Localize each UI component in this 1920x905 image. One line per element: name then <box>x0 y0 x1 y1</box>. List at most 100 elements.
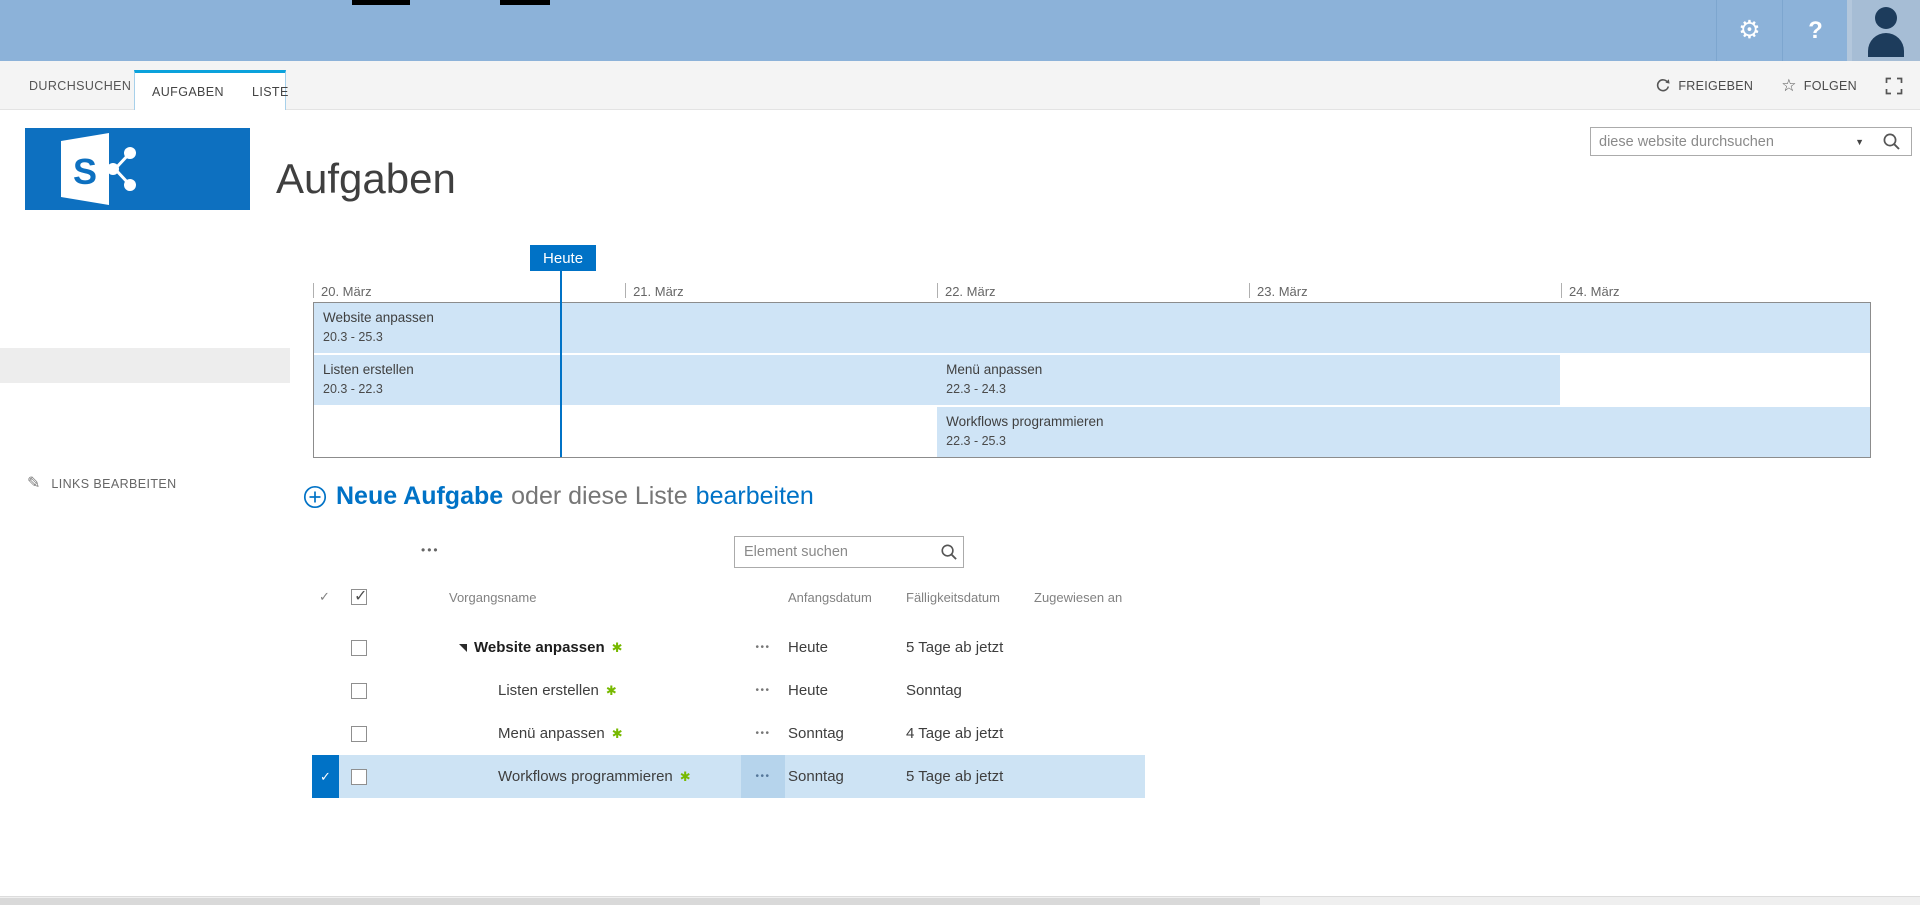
timeline-date: 20. März <box>313 283 372 299</box>
sidebar-item[interactable] <box>0 278 290 313</box>
svg-text:S: S <box>73 151 97 192</box>
sharepoint-window: ⚙ ? DURCHSUCHEN AUFGABEN LISTE FREIGEBEN <box>0 0 1920 905</box>
sidebar-item[interactable] <box>0 313 290 348</box>
ribbon-tab-aufgaben[interactable]: AUFGABEN <box>152 85 224 99</box>
follow-label: FOLGEN <box>1804 79 1857 93</box>
row-checkbox[interactable] <box>351 755 367 798</box>
table-row[interactable]: ✓ Menü anpassen ✱ ••• Sonntag 4 Tage ab … <box>312 712 1145 755</box>
search-submit-button[interactable] <box>1882 132 1911 151</box>
plus-circle-icon[interactable] <box>303 485 327 509</box>
pencil-icon: ✎ <box>27 476 40 492</box>
row-ellipsis-button[interactable]: ••• <box>741 712 785 755</box>
focus-mode-button[interactable] <box>1885 77 1903 95</box>
sidebar-item[interactable] <box>0 418 290 453</box>
task-due-date: 5 Tage ab jetzt <box>906 626 1003 669</box>
timeline: Heute 20. März 21. März 22. März 23. Mär… <box>313 245 1871 458</box>
timeline-date-label: 24. März <box>1569 284 1620 299</box>
task-name-link[interactable]: Listen erstellen <box>498 682 599 699</box>
help-button[interactable]: ? <box>1782 0 1848 61</box>
timeline-task-bar[interactable]: Workflows programmieren 22.3 - 25.3 <box>937 407 1870 457</box>
task-name-link[interactable]: Website anpassen <box>474 639 605 656</box>
task-start-date: Heute <box>788 669 828 712</box>
row-ellipsis-button[interactable]: ••• <box>741 626 785 669</box>
sidebar-item[interactable] <box>0 243 290 278</box>
row-checkbox[interactable] <box>351 626 367 669</box>
row-checkbox[interactable] <box>351 669 367 712</box>
follow-button[interactable]: ☆ FOLGEN <box>1781 77 1857 94</box>
tick-mark <box>625 283 626 298</box>
page-title: Aufgaben <box>276 155 456 203</box>
site-search-input[interactable] <box>1591 134 1855 150</box>
row-ellipsis-button[interactable]: ••• <box>741 755 785 798</box>
timeline-task-name: Workflows programmieren <box>946 412 1870 431</box>
avatar-icon <box>1875 7 1897 29</box>
select-all-indicator[interactable]: ✓ <box>319 580 330 614</box>
star-icon: ☆ <box>1781 77 1797 94</box>
timeline-task-range: 20.3 - 25.3 <box>323 327 1870 347</box>
horizontal-scrollbar[interactable] <box>0 896 1920 905</box>
row-ellipsis-button[interactable]: ••• <box>741 669 785 712</box>
new-item-icon: ✱ <box>680 769 691 785</box>
table-row[interactable]: ✓ Website anpassen ✱ ••• Heute 5 Tage ab… <box>312 626 1145 669</box>
row-selection-cell[interactable]: ✓ <box>312 626 339 669</box>
new-item-icon: ✱ <box>606 683 617 699</box>
search-scope-dropdown-icon[interactable]: ▼ <box>1855 137 1864 147</box>
task-rows: ✓ Website anpassen ✱ ••• Heute 5 Tage ab… <box>312 626 1212 798</box>
today-line <box>560 271 562 457</box>
table-row[interactable]: ✓ Listen erstellen ✱ ••• Heute Sonntag <box>312 669 1145 712</box>
task-name-link[interactable]: Workflows programmieren <box>498 768 673 785</box>
settings-button[interactable]: ⚙ <box>1716 0 1782 61</box>
row-selection-cell[interactable]: ✓ <box>312 669 339 712</box>
today-badge: Heute <box>530 245 596 271</box>
row-checkbox[interactable] <box>351 712 367 755</box>
table-row[interactable]: ✓ Workflows programmieren ✱ ••• Sonntag … <box>312 755 1145 798</box>
collapse-expander-icon[interactable] <box>459 644 467 652</box>
timeline-task-name: Menü anpassen <box>946 360 1560 379</box>
sidebar-item[interactable] <box>0 348 290 383</box>
task-name-cell: Website anpassen ✱ <box>449 626 739 669</box>
ribbon-tab-durchsuchen[interactable]: DURCHSUCHEN <box>29 61 131 110</box>
task-name-link[interactable]: Menü anpassen <box>498 725 605 742</box>
gear-icon: ⚙ <box>1738 18 1760 43</box>
avatar-icon <box>1868 33 1904 57</box>
column-header-name[interactable]: Vorgangsname <box>449 580 536 614</box>
ribbon-actions: FREIGEBEN ☆ FOLGEN <box>1654 61 1903 110</box>
view-tabs: ••• <box>313 543 468 557</box>
new-task-link[interactable]: Neue Aufgabe <box>336 482 503 511</box>
row-selection-cell[interactable]: ✓ <box>312 755 339 798</box>
ribbon-tab-liste[interactable]: LISTE <box>252 85 289 99</box>
more-views-button[interactable]: ••• <box>421 543 440 557</box>
scrollbar-thumb[interactable] <box>0 898 1260 905</box>
find-item-button[interactable] <box>940 543 968 561</box>
find-item-input[interactable] <box>735 544 940 560</box>
timeline-date-label: 20. März <box>321 284 372 299</box>
tick-mark <box>1249 283 1250 298</box>
edit-links-button[interactable]: ✎ LINKS BEARBEITEN <box>27 476 177 492</box>
edit-list-link[interactable]: bearbeiten <box>696 482 814 511</box>
timeline-task-range: 22.3 - 25.3 <box>946 431 1870 451</box>
new-task-middle-text: oder diese Liste <box>511 482 688 511</box>
task-due-date: Sonntag <box>906 669 962 712</box>
task-start-date: Heute <box>788 626 828 669</box>
column-header-assigned[interactable]: Zugewiesen an <box>1034 580 1122 614</box>
quick-launch-sidebar <box>0 243 290 453</box>
account-menu-button[interactable] <box>1852 0 1920 61</box>
task-name-cell: Workflows programmieren ✱ <box>449 755 739 798</box>
select-all-checkbox[interactable]: ✓ <box>351 580 367 614</box>
timeline-date-label: 21. März <box>633 284 684 299</box>
site-search-box: ▼ <box>1590 127 1912 156</box>
browser-artifact <box>500 0 550 5</box>
column-header-due[interactable]: Fälligkeitsdatum <box>906 580 1000 614</box>
row-selection-cell[interactable]: ✓ <box>312 712 339 755</box>
share-button[interactable]: FREIGEBEN <box>1654 77 1753 94</box>
timeline-task-name: Listen erstellen <box>323 360 937 379</box>
timeline-task-bar[interactable]: Listen erstellen 20.3 - 22.3 <box>314 355 937 405</box>
timeline-task-bar[interactable]: Website anpassen 20.3 - 25.3 <box>314 303 1870 353</box>
search-icon <box>1882 132 1901 151</box>
new-item-icon: ✱ <box>612 640 623 656</box>
tick-mark <box>1561 283 1562 298</box>
sharepoint-logo[interactable]: S <box>25 128 250 210</box>
column-header-start[interactable]: Anfangsdatum <box>788 580 872 614</box>
timeline-task-bar[interactable]: Menü anpassen 22.3 - 24.3 <box>937 355 1560 405</box>
sidebar-item[interactable] <box>0 383 290 418</box>
